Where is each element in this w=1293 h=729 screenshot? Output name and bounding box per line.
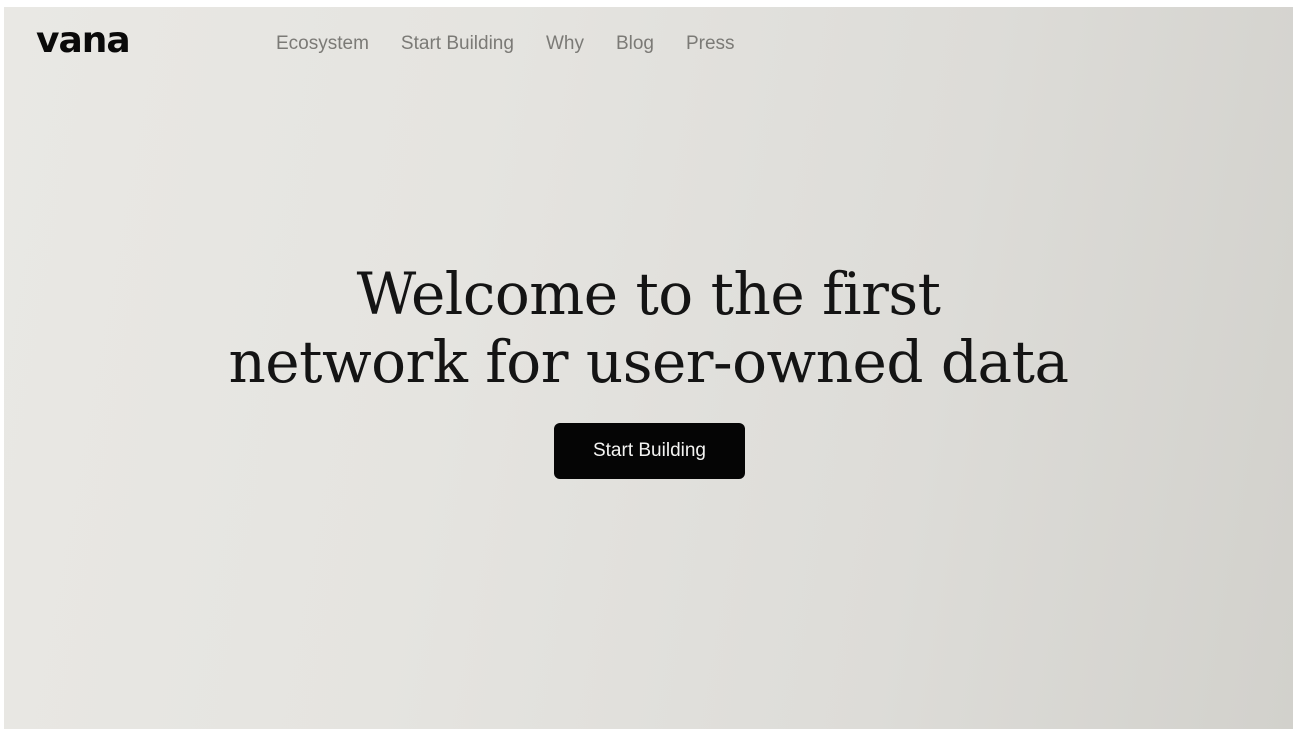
nav-item-ecosystem[interactable]: Ecosystem [276,32,369,56]
nav-item-why[interactable]: Why [546,32,584,56]
page-frame: vana Ecosystem Start Building Why Blog P… [4,7,1293,729]
nav-item-press[interactable]: Press [686,32,735,56]
nav-item-blog[interactable]: Blog [616,32,654,56]
hero-title: Welcome to the first network for user-ow… [4,260,1293,396]
hero-title-line-1: Welcome to the first [356,260,941,328]
site-header: vana Ecosystem Start Building Why Blog P… [4,7,1293,83]
hero-title-line-2: network for user-owned data [228,328,1069,396]
start-building-button[interactable]: Start Building [554,423,745,479]
main-nav: Ecosystem Start Building Why Blog Press [276,32,735,56]
nav-item-start-building[interactable]: Start Building [401,32,514,56]
vana-logo[interactable]: vana [36,23,131,59]
